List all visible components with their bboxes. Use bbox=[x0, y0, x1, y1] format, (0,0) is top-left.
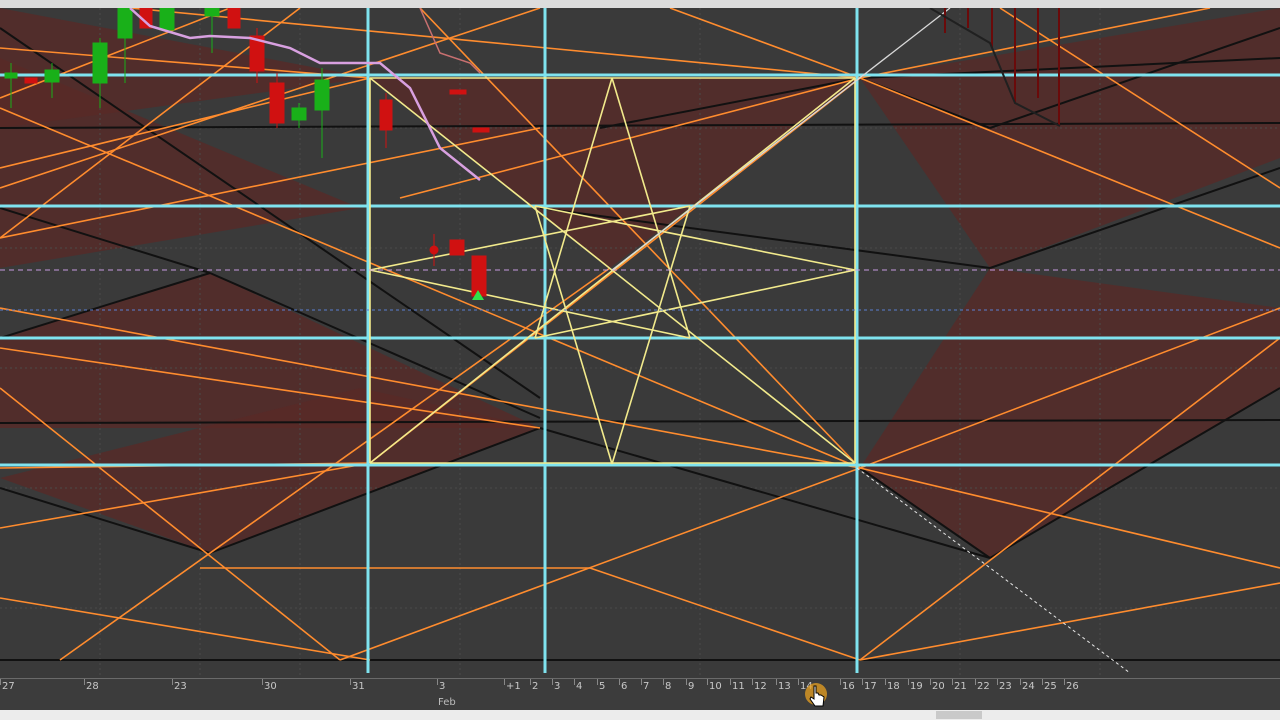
time-axis-separator bbox=[262, 679, 263, 685]
price-chart[interactable] bbox=[0, 8, 1280, 678]
time-axis-separator bbox=[574, 679, 575, 685]
time-axis-separator bbox=[504, 679, 505, 685]
time-axis-tick: 7 bbox=[643, 681, 650, 692]
shaded-zone bbox=[860, 268, 1280, 558]
time-axis-separator bbox=[1020, 679, 1021, 685]
time-axis-separator bbox=[350, 679, 351, 685]
time-axis-separator bbox=[840, 679, 841, 685]
time-axis-tick: 2 bbox=[532, 681, 539, 692]
time-axis-separator bbox=[1042, 679, 1043, 685]
time-axis-tick: 9 bbox=[688, 681, 695, 692]
time-axis-separator bbox=[885, 679, 886, 685]
time-axis-separator bbox=[997, 679, 998, 685]
shaded-zone bbox=[0, 273, 540, 428]
time-axis-tick: 18 bbox=[887, 681, 900, 692]
time-axis-separator bbox=[862, 679, 863, 685]
time-axis[interactable]: 27 28 23 30 31 3 +1 2 3 4 5 6 7 8 9 10 11 12 13 14 16 17 18 19 2… bbox=[0, 678, 1280, 711]
time-axis-tick: 16 bbox=[842, 681, 855, 692]
time-axis-tick: 23 bbox=[174, 681, 187, 692]
time-axis-tick: 13 bbox=[778, 681, 791, 692]
time-axis-separator bbox=[84, 679, 85, 685]
time-axis-tick: 25 bbox=[1044, 681, 1057, 692]
time-axis-tick: 11 bbox=[732, 681, 745, 692]
chart-canvas[interactable] bbox=[0, 8, 1280, 678]
time-axis-tick: 23 bbox=[999, 681, 1012, 692]
time-axis-tick: 3 bbox=[439, 681, 446, 692]
time-axis-tick: 22 bbox=[977, 681, 990, 692]
time-axis-tick: 6 bbox=[621, 681, 628, 692]
horizontal-scrollbar[interactable] bbox=[0, 710, 1280, 720]
trading-chart-window: 27 28 23 30 31 3 +1 2 3 4 5 6 7 8 9 10 11 12 13 14 16 17 18 19 2… bbox=[0, 0, 1280, 720]
time-axis-tick: 3 bbox=[554, 681, 561, 692]
time-axis-tick: 30 bbox=[264, 681, 277, 692]
time-axis-separator bbox=[798, 679, 799, 685]
time-axis-tick: 20 bbox=[932, 681, 945, 692]
shaded-zone bbox=[370, 78, 860, 268]
time-axis-tick: 12 bbox=[754, 681, 767, 692]
hand-cursor-icon bbox=[805, 683, 827, 707]
time-axis-separator bbox=[730, 679, 731, 685]
time-axis-tick: 31 bbox=[352, 681, 365, 692]
time-axis-separator bbox=[975, 679, 976, 685]
scrollbar-thumb[interactable] bbox=[936, 711, 982, 719]
time-axis-tick: 27 bbox=[2, 681, 15, 692]
time-axis-tick: 21 bbox=[954, 681, 967, 692]
time-axis-tick: 24 bbox=[1022, 681, 1035, 692]
time-axis-tick: 8 bbox=[665, 681, 672, 692]
time-axis-separator bbox=[172, 679, 173, 685]
shaded-zone bbox=[860, 8, 1280, 268]
time-axis-separator bbox=[952, 679, 953, 685]
time-axis-separator bbox=[776, 679, 777, 685]
time-axis-separator bbox=[619, 679, 620, 685]
time-axis-separator bbox=[437, 679, 438, 685]
time-axis-tick: 5 bbox=[599, 681, 606, 692]
time-axis-separator bbox=[597, 679, 598, 685]
time-axis-separator bbox=[707, 679, 708, 685]
time-axis-separator bbox=[908, 679, 909, 685]
time-axis-month: Feb bbox=[438, 697, 456, 708]
time-axis-tick: 19 bbox=[910, 681, 923, 692]
time-axis-tick: 10 bbox=[709, 681, 722, 692]
time-axis-tick: 17 bbox=[864, 681, 877, 692]
time-axis-separator bbox=[530, 679, 531, 685]
time-axis-tick: 28 bbox=[86, 681, 99, 692]
time-axis-separator bbox=[1064, 679, 1065, 685]
time-axis-separator bbox=[930, 679, 931, 685]
time-axis-separator bbox=[663, 679, 664, 685]
time-axis-separator bbox=[752, 679, 753, 685]
time-axis-tick: 4 bbox=[576, 681, 583, 692]
time-axis-separator bbox=[686, 679, 687, 685]
window-top-border bbox=[0, 0, 1280, 8]
time-axis-separator bbox=[552, 679, 553, 685]
time-axis-separator bbox=[0, 679, 1, 685]
time-axis-tick: 26 bbox=[1066, 681, 1079, 692]
time-axis-separator bbox=[641, 679, 642, 685]
time-axis-tick: +1 bbox=[506, 681, 521, 692]
